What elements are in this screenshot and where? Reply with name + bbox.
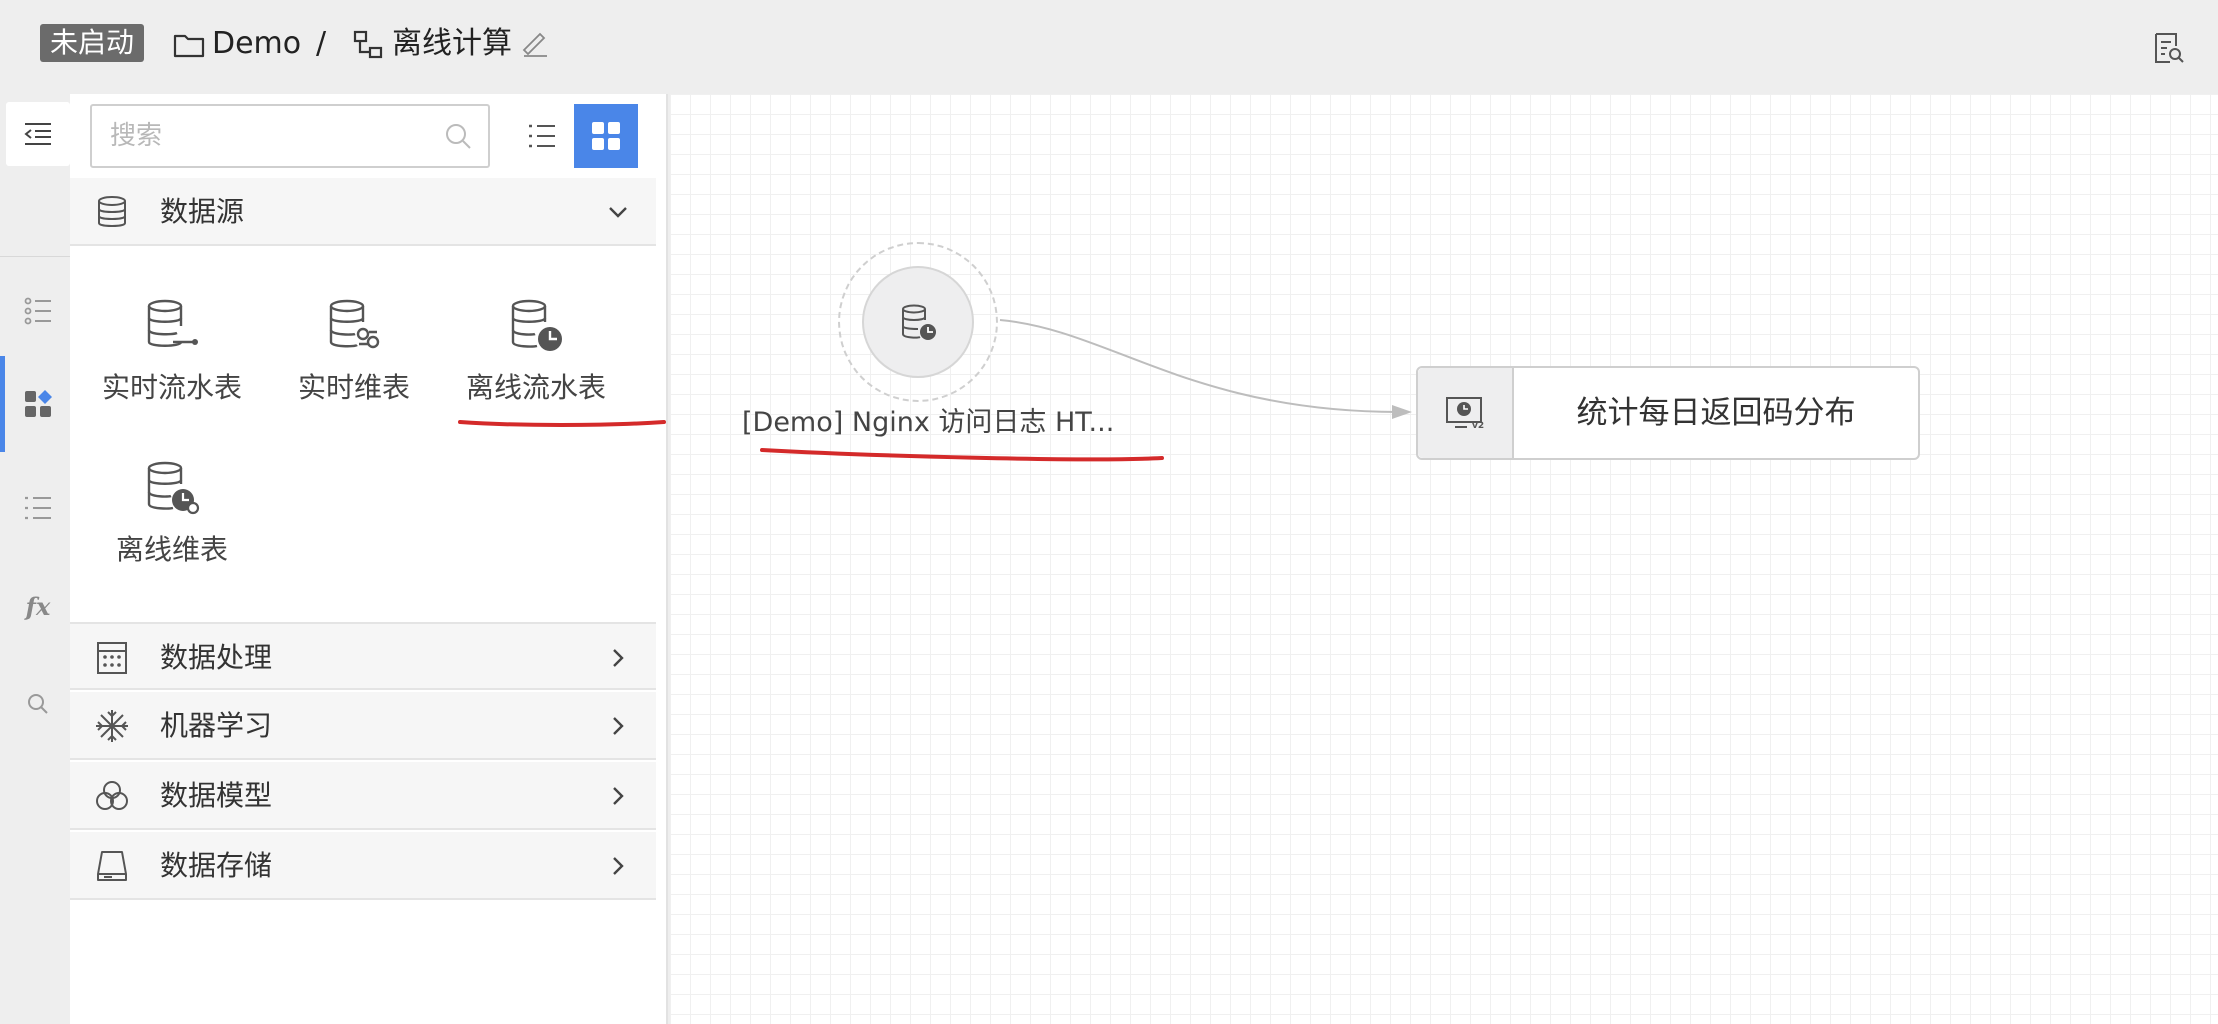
annotation-underline	[760, 448, 1164, 462]
report-search-icon[interactable]	[2150, 30, 2186, 66]
rail-active-indicator	[0, 356, 5, 452]
offline-dim-table-icon	[147, 461, 200, 515]
status-badge: 未启动	[40, 24, 145, 62]
component-label: 离线流水表	[465, 371, 606, 404]
section-label: 数据源	[160, 195, 245, 228]
search-icon[interactable]	[444, 122, 472, 150]
list-view-button[interactable]	[510, 104, 574, 168]
task-node[interactable]: v2 统计每日返回码分布	[1416, 366, 1920, 460]
rail-outline-button[interactable]	[6, 278, 70, 342]
task-node-icon-box: v2	[1418, 368, 1514, 458]
section-data-model[interactable]: 数据模型	[70, 762, 656, 830]
list-view-icon	[529, 124, 555, 148]
breadcrumb-separator: /	[316, 26, 327, 61]
section-datasource[interactable]: 数据源	[70, 178, 656, 246]
storage-icon	[97, 851, 127, 881]
realtime-dim-table-icon	[329, 299, 380, 349]
component-realtime-dim-table[interactable]: 实时维表	[254, 296, 454, 446]
section-data-storage[interactable]: 数据存储	[70, 832, 656, 900]
chevron-right-icon	[613, 717, 624, 735]
search-icon	[28, 694, 48, 714]
offline-stream-table-icon	[511, 299, 562, 351]
chevron-right-icon	[613, 857, 624, 875]
collapse-sidebar-button[interactable]	[6, 102, 70, 166]
section-label: 机器学习	[160, 709, 273, 742]
model-icon	[96, 781, 128, 810]
search-input[interactable]	[110, 106, 430, 166]
task-node-label: 统计每日返回码分布	[1576, 395, 1856, 431]
component-panel: 数据源 实时流水表 实时维表	[70, 94, 668, 1024]
section-machine-learning[interactable]: 机器学习	[70, 692, 656, 760]
component-offline-dim-table[interactable]: 离线维表	[72, 458, 272, 608]
section-label: 数据处理	[160, 641, 273, 674]
numbered-list-icon	[24, 297, 51, 325]
function-icon: fx	[25, 591, 51, 621]
annotation-underline	[458, 420, 666, 427]
realtime-stream-table-icon	[147, 299, 198, 347]
search-box	[90, 104, 490, 168]
folder-icon	[173, 34, 205, 58]
top-bar: 未启动 Demo / 离线计算	[0, 0, 2218, 92]
flow-canvas[interactable]: [Demo] Nginx 访问日志 HT... v2 统计每日返回码分布	[670, 94, 2218, 1024]
connection-edge	[760, 319, 1412, 462]
components-icon	[25, 390, 52, 417]
component-label: 实时流水表	[101, 371, 242, 404]
left-rail: fx	[0, 94, 70, 1024]
rail-divider	[0, 256, 70, 257]
rail-list-button[interactable]	[6, 476, 70, 540]
snowflake-icon	[96, 710, 128, 742]
rail-function-button[interactable]: fx	[6, 574, 70, 638]
database-icon	[98, 196, 126, 227]
chevron-right-icon	[613, 649, 624, 667]
chevron-down-icon	[609, 207, 627, 218]
offline-stream-table-icon	[902, 304, 936, 340]
component-realtime-stream-table[interactable]: 实时流水表	[72, 296, 272, 446]
component-label: 实时维表	[297, 371, 410, 404]
section-data-processing[interactable]: 数据处理	[70, 622, 656, 690]
collapse-icon	[24, 123, 51, 145]
breadcrumb-task-name[interactable]: 离线计算	[392, 24, 512, 64]
source-node[interactable]	[862, 266, 974, 378]
grid-view-icon	[592, 122, 620, 150]
flow-icon	[353, 30, 383, 59]
component-label: 离线维表	[115, 533, 228, 566]
calculator-icon	[97, 642, 127, 674]
rail-search-button[interactable]	[6, 672, 70, 736]
scheduled-task-icon: v2	[1446, 397, 1484, 431]
section-label: 数据存储	[160, 849, 273, 882]
breadcrumb-project[interactable]: Demo	[212, 24, 301, 64]
source-node-label[interactable]: [Demo] Nginx 访问日志 HT...	[742, 404, 1114, 442]
section-label: 数据模型	[160, 779, 273, 812]
grid-view-button[interactable]	[574, 104, 638, 168]
svg-text:v2: v2	[1472, 421, 1484, 431]
chevron-right-icon	[613, 787, 624, 805]
rail-components-button[interactable]	[6, 372, 70, 436]
edit-icon[interactable]	[520, 28, 550, 58]
list-icon	[25, 496, 51, 520]
